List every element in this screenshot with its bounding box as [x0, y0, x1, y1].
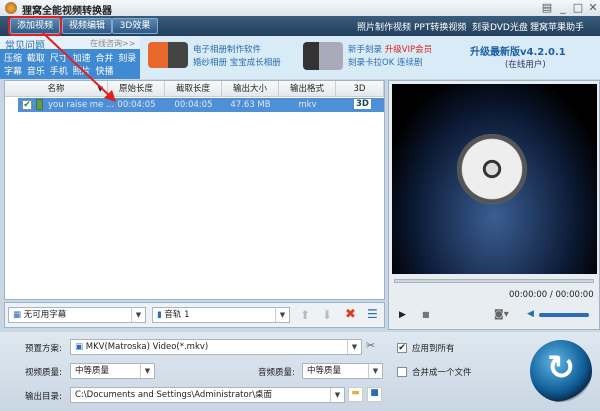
- merge-label: 合并成一个文件: [412, 368, 472, 378]
- apply-all-label: 应用到所有: [412, 344, 455, 354]
- convert-button[interactable]: ↻: [530, 340, 592, 402]
- close-button[interactable]: ✕: [586, 1, 600, 15]
- stop-button[interactable]: ■: [422, 310, 430, 319]
- video-quality-value: 中等质量: [75, 366, 110, 376]
- video-preview: [392, 84, 597, 274]
- video-quality-select[interactable]: 中等质量 ▼: [70, 363, 155, 379]
- faq-title: 常见问题: [5, 41, 45, 52]
- chevron-down-icon: ▼: [275, 308, 289, 322]
- audio-track-select[interactable]: ▮ 音轨 1 ▼: [152, 307, 290, 323]
- video-quality-label: 视频质量:: [25, 368, 62, 378]
- title-bar: 狸窝全能视频转换器 ▤ _ □ ✕: [0, 0, 600, 17]
- format-icon: ▣: [75, 342, 84, 352]
- subtitle-select[interactable]: ▦ 无可用字幕 ▼: [8, 307, 146, 323]
- audio-track-icon: ▮: [157, 310, 162, 320]
- preset-label: 预置方案:: [25, 344, 62, 354]
- preset-value: MKV(Matroska) Video(*.mkv): [85, 342, 209, 352]
- upgrade-subtitle: (在线用户): [505, 60, 546, 70]
- move-down-button[interactable]: ⬇: [322, 308, 332, 322]
- skin-icon[interactable]: ▤: [540, 1, 554, 15]
- volume-icon[interactable]: ◀: [527, 309, 534, 319]
- column-header-size[interactable]: 输出大小: [222, 81, 279, 97]
- maximize-button[interactable]: □: [571, 1, 585, 15]
- chevron-down-icon: ▼: [131, 308, 145, 322]
- column-header-3d[interactable]: 3D: [336, 81, 384, 97]
- film-reel-icon: [457, 134, 527, 204]
- browse-folder-button[interactable]: ▬: [348, 387, 363, 402]
- clip-length: 00:04:05: [174, 100, 213, 110]
- chevron-down-icon: ▼: [140, 364, 154, 378]
- burn-software-icon: [303, 42, 343, 70]
- chevron-down-icon: ▼: [368, 364, 382, 378]
- column-header-format[interactable]: 输出格式: [279, 81, 336, 97]
- ppt-to-video-link[interactable]: PPT转换视频: [414, 20, 466, 33]
- chevron-down-icon: ▼: [330, 388, 344, 402]
- merge-checkbox[interactable]: [397, 367, 407, 377]
- open-folder-button[interactable]: ■: [367, 387, 382, 402]
- time-display: 00:00:00 / 00:00:00: [509, 290, 594, 300]
- promo-album-line2[interactable]: 婚纱相册 宝宝成长相册: [193, 56, 281, 68]
- audio-quality-value: 中等质量: [307, 366, 342, 376]
- move-up-button[interactable]: ⬆: [300, 308, 310, 322]
- audio-track-value: 音轨 1: [164, 310, 190, 320]
- file-list[interactable]: 名称 ▼ 原始长度 截取长度 输出大小 输出格式 3D ✔ you raise m…: [4, 80, 385, 300]
- column-header-clip[interactable]: 截取长度: [165, 81, 222, 97]
- subtitle-value: 无可用字幕: [23, 310, 67, 320]
- delete-button[interactable]: ✖: [345, 307, 356, 322]
- clear-list-button[interactable]: ☰: [367, 307, 378, 321]
- annotation-arrow: [41, 31, 116, 102]
- track-bar: ▦ 无可用字幕 ▼ ▮ 音轨 1 ▼ ⬆ ⬇ ✖ ☰: [4, 302, 385, 328]
- output-dir-value: C:\Documents and Settings\Administrator\…: [75, 390, 273, 400]
- subtitle-icon: ▦: [13, 310, 22, 320]
- settings-panel: 预置方案: ▣ MKV(Matroska) Video(*.mkv) ▼ ✂ 视频…: [0, 332, 600, 411]
- apple-helper-link[interactable]: 狸窝苹果助手: [530, 20, 584, 33]
- snapshot-icon[interactable]: ◙▾: [494, 309, 509, 320]
- promo-album-line1[interactable]: 电子相册制作软件: [193, 43, 261, 55]
- preset-settings-button[interactable]: ✂: [366, 339, 375, 352]
- apply-all-checkbox[interactable]: ✔: [397, 343, 407, 353]
- vip-upgrade-link[interactable]: 升级VIP会员: [385, 45, 432, 55]
- chevron-down-icon: ▼: [347, 340, 361, 354]
- refresh-icon: ↻: [546, 348, 576, 388]
- burn-dvd-link[interactable]: 刻录DVD光盘: [472, 20, 528, 33]
- upgrade-link[interactable]: 升级最新版v4.2.0.1: [470, 43, 566, 58]
- volume-slider[interactable]: [539, 313, 589, 317]
- window-title: 狸窝全能视频转换器: [22, 6, 112, 17]
- audio-quality-label: 音频质量:: [258, 368, 295, 378]
- minimize-button[interactable]: _: [556, 1, 570, 15]
- output-dir-select[interactable]: C:\Documents and Settings\Administrator\…: [70, 387, 345, 403]
- play-button[interactable]: ▶: [399, 310, 406, 320]
- output-dir-label: 输出目录:: [25, 392, 62, 402]
- promo-burn-text: 新手刻录: [348, 45, 383, 55]
- output-format: mkv: [298, 100, 317, 110]
- album-software-icon: [148, 42, 188, 68]
- photo-to-video-link[interactable]: 照片制作视频: [357, 20, 411, 33]
- seek-slider[interactable]: [394, 279, 594, 283]
- promo-burn-line1[interactable]: 新手刻录 升级VIP会员: [348, 43, 432, 55]
- 3d-settings-icon[interactable]: 3D: [354, 99, 371, 109]
- promo-burn-line2[interactable]: 刻录卡拉OK 连续剧: [348, 56, 422, 68]
- preview-panel: 00:00:00 / 00:00:00 ▶ ■ ◙▾ ◀: [388, 80, 600, 330]
- app-logo-icon: [5, 2, 17, 14]
- row-checkbox[interactable]: ✔: [22, 100, 32, 110]
- output-size: 47.63 MB: [230, 100, 271, 110]
- preset-select[interactable]: ▣ MKV(Matroska) Video(*.mkv) ▼: [70, 339, 362, 355]
- audio-quality-select[interactable]: 中等质量 ▼: [302, 363, 383, 379]
